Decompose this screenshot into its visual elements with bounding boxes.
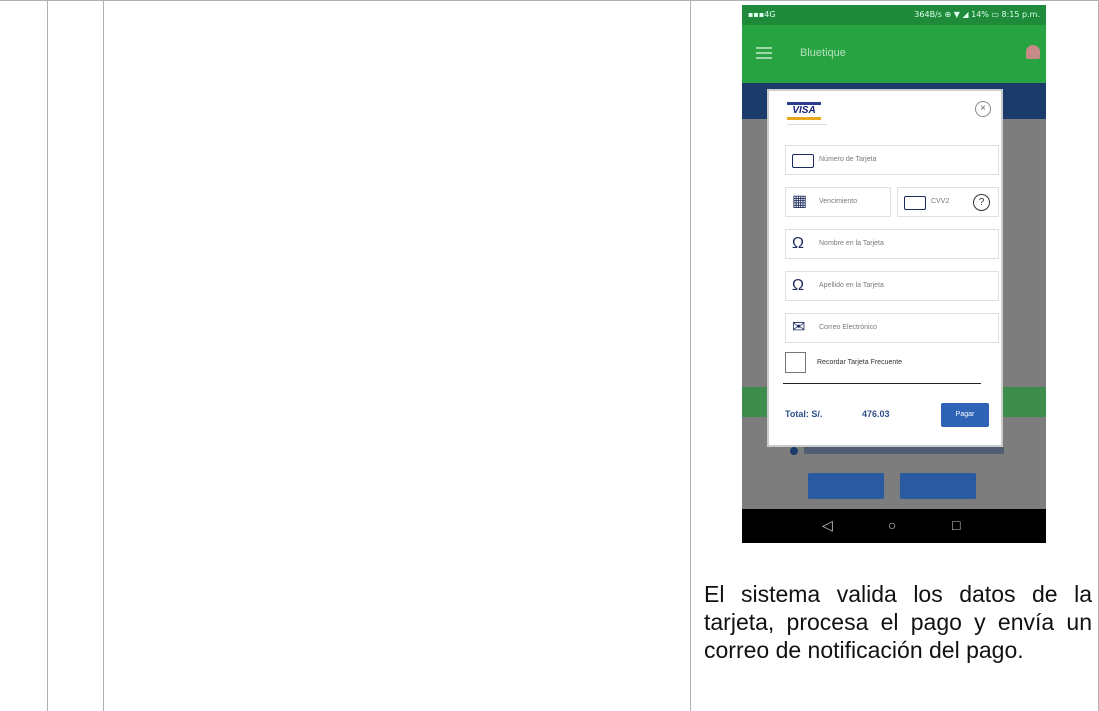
first-name-field[interactable]: Ω Nombre en la Tarjeta [785, 229, 999, 259]
background-text [804, 447, 1004, 454]
email-placeholder: Correo Electrónico [819, 324, 877, 331]
table-border-col1 [103, 0, 104, 711]
expiry-field[interactable]: ▦ Vencimiento [785, 187, 891, 217]
pay-button[interactable]: Pagar [941, 403, 989, 427]
table-border-col2 [690, 0, 691, 711]
step-description: El sistema valida los datos de la tarjet… [704, 581, 1092, 663]
card-icon [792, 154, 814, 168]
envelope-icon: ✉ [792, 319, 806, 336]
home-icon[interactable]: ○ [888, 517, 896, 533]
card-number-placeholder: Número de Tarjeta [819, 156, 877, 163]
cvv-card-icon [904, 196, 926, 210]
app-bar: Bluetique [742, 25, 1046, 83]
logo-underline [787, 124, 827, 125]
background-button-left [808, 473, 884, 499]
card-number-field[interactable]: Número de Tarjeta [785, 145, 999, 175]
help-icon[interactable]: ? [973, 194, 990, 211]
recent-apps-icon[interactable]: □ [952, 517, 960, 533]
phone-screenshot: ▪▪▪4G 364B/s ⊕ ▼ ◢ 14% ▭ 8:15 p.m. Bluet… [742, 5, 1046, 543]
back-icon[interactable]: ◁ [822, 517, 833, 534]
table-border-top [0, 0, 1099, 1]
expiry-placeholder: Vencimiento [819, 198, 858, 205]
android-nav-bar: ◁ ○ □ [742, 509, 1046, 543]
email-field[interactable]: ✉ Correo Electrónico [785, 313, 999, 343]
menu-icon[interactable] [756, 47, 772, 59]
cvv-placeholder: CVV2 [931, 198, 950, 205]
close-icon[interactable]: × [975, 101, 991, 117]
first-name-placeholder: Nombre en la Tarjeta [819, 240, 884, 247]
total-amount: 476.03 [862, 409, 890, 419]
table-border-left [47, 0, 48, 711]
visa-logo: VISA [787, 102, 821, 120]
person-icon: Ω [792, 235, 804, 252]
status-right: 364B/s ⊕ ▼ ◢ 14% ▭ 8:15 p.m. [914, 10, 1040, 19]
status-left: ▪▪▪4G [748, 10, 776, 19]
background-button-right [900, 473, 976, 499]
total-label: Total: S/. [785, 409, 823, 419]
remember-card-checkbox[interactable] [785, 352, 806, 373]
bell-icon[interactable] [1026, 45, 1040, 59]
last-name-placeholder: Apellido en la Tarjeta [819, 282, 884, 289]
remember-card-label: Recordar Tarjeta Frecuente [817, 359, 903, 366]
radio-icon [790, 447, 798, 455]
calendar-icon: ▦ [792, 193, 808, 210]
divider [783, 383, 981, 384]
person-icon: Ω [792, 277, 804, 294]
card-payment-dialog: VISA × Número de Tarjeta ▦ Vencimiento C… [767, 89, 1003, 447]
status-bar: ▪▪▪4G 364B/s ⊕ ▼ ◢ 14% ▭ 8:15 p.m. [742, 5, 1046, 25]
cvv-field[interactable]: CVV2 ? [897, 187, 999, 217]
last-name-field[interactable]: Ω Apellido en la Tarjeta [785, 271, 999, 301]
app-title: Bluetique [800, 47, 846, 59]
